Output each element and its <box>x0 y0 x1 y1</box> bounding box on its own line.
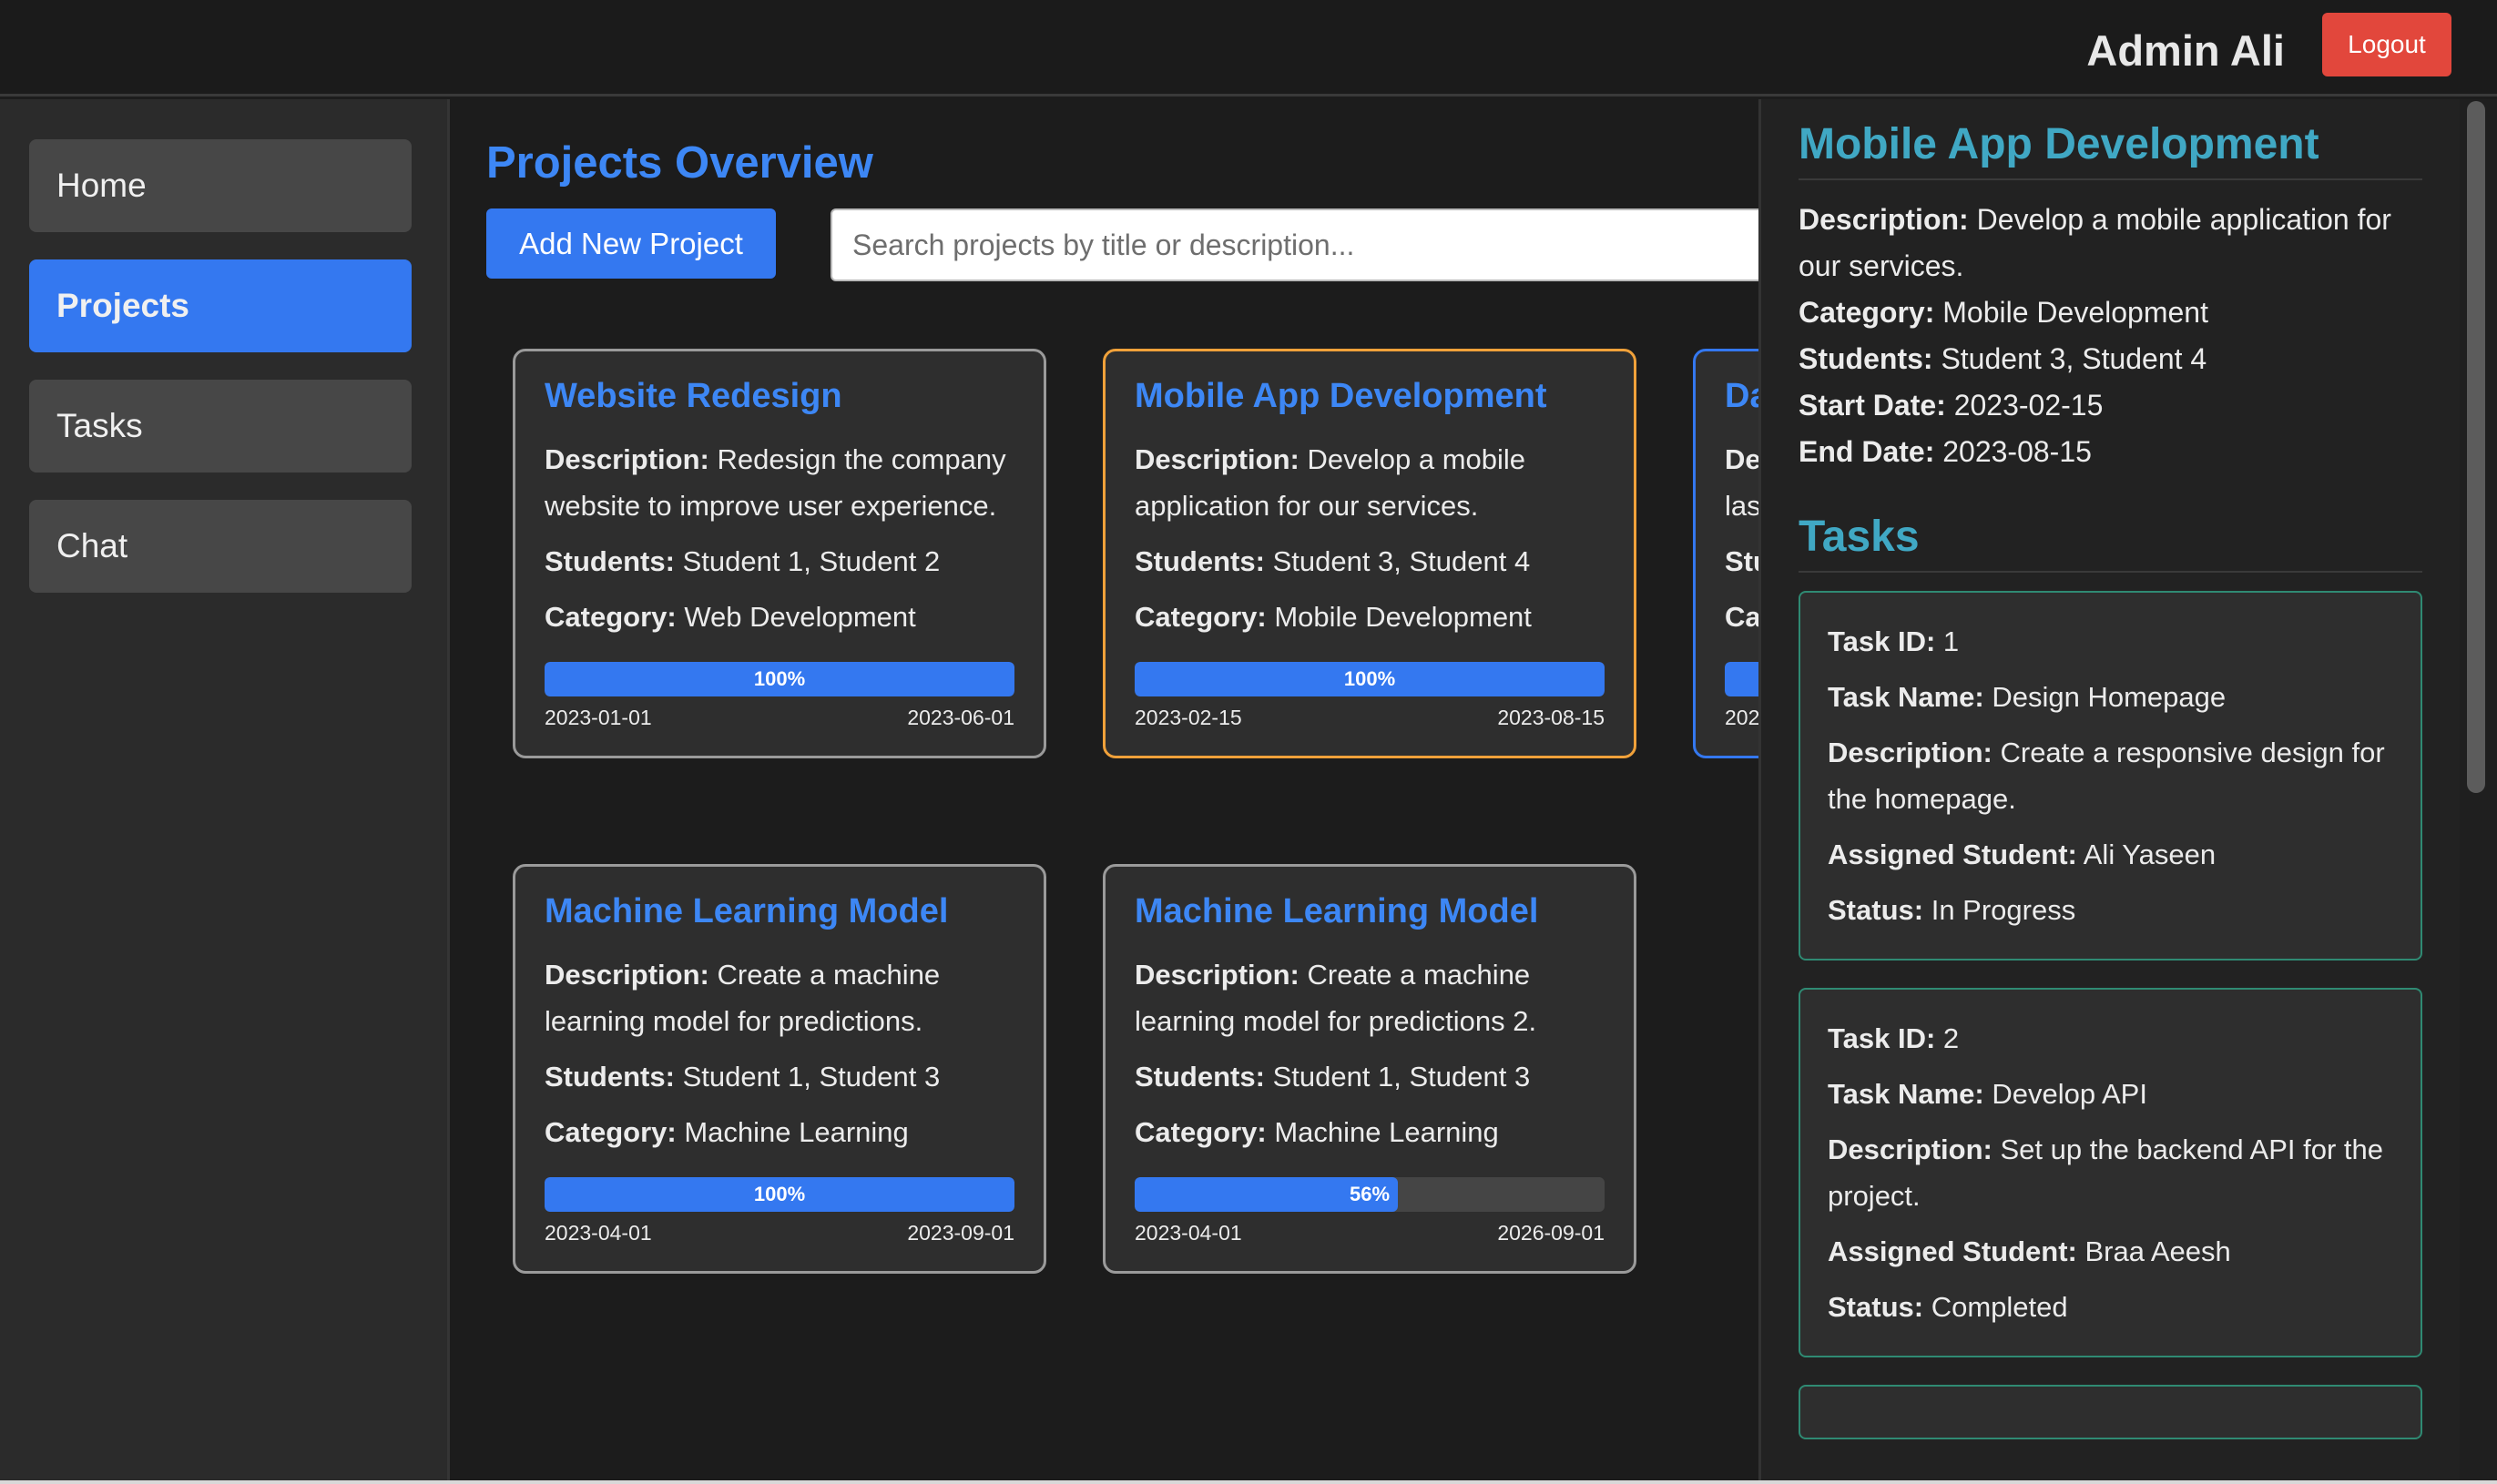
detail-description: Description: Develop a mobile applicatio… <box>1799 203 2391 282</box>
project-card[interactable]: Machine Learning Model Description: Crea… <box>513 864 1046 1274</box>
project-students: Students: Student 3, Student 4 <box>1135 545 1531 577</box>
task-card[interactable] <box>1799 1385 2422 1439</box>
project-dates: 2023-04-01 2026-09-01 <box>1135 1221 1605 1245</box>
project-dates: 2023-01-01 2023-06-01 <box>545 706 1014 730</box>
scrollbar[interactable] <box>2460 99 2497 1484</box>
progress-label: 100% <box>753 1183 806 1205</box>
project-description: Description: Redesign the company websit… <box>545 443 1006 522</box>
task-card[interactable]: Task ID: 2 Task Name: Develop API Descri… <box>1799 988 2422 1357</box>
end-date: 2023-09-01 <box>907 1221 1014 1245</box>
project-card[interactable]: Machine Learning Model Description: Crea… <box>1103 864 1636 1274</box>
task-assigned-student: Assigned Student: Ali Yaseen <box>1828 839 2217 870</box>
progress-label: 100% <box>1343 667 1396 690</box>
sidebar-item-projects[interactable]: Projects <box>29 259 412 352</box>
project-title: Website Redesign <box>545 377 842 415</box>
project-students: Students: Student 1, Student 3 <box>1135 1061 1531 1093</box>
task-status: Status: Completed <box>1828 1291 2068 1323</box>
progress-label: 56% <box>1349 1183 1391 1205</box>
start-date: 2023-04-01 <box>1135 1221 1242 1245</box>
add-project-button[interactable]: Add New Project <box>486 208 776 279</box>
sidebar-item-chat[interactable]: Chat <box>29 500 412 593</box>
progress-bar: 100% <box>1135 662 1605 696</box>
page-title: Projects Overview <box>486 138 873 188</box>
project-students: Students: Student 1, Student 2 <box>545 545 941 577</box>
project-detail-panel: Mobile App Development Description: Deve… <box>1758 99 2460 1484</box>
project-students: Students: Student 1, Student 3 <box>545 1061 941 1093</box>
end-date: 2026-09-01 <box>1497 1221 1605 1245</box>
project-title: Da <box>1725 377 1760 415</box>
progress-label: 100% <box>753 667 806 690</box>
task-description: Description: Set up the backend API for … <box>1828 1133 2383 1212</box>
task-id: Task ID: 1 <box>1828 625 1960 657</box>
task-status: Status: In Progress <box>1828 894 2076 926</box>
start-date: 2023-02-15 <box>1135 706 1242 729</box>
detail-category: Category: Mobile Development <box>1799 296 2208 329</box>
project-description: Description: Create a machine learning m… <box>545 959 941 1037</box>
project-category: Category: Web Development <box>545 601 916 633</box>
sidebar-item-home[interactable]: Home <box>29 139 412 232</box>
start-date: 2023-01-01 <box>545 706 652 729</box>
project-description: Description: Create a machine learning m… <box>1135 959 1537 1037</box>
project-category: Ca <box>1725 601 1760 633</box>
project-title: Mobile App Development <box>1135 377 1547 415</box>
task-name: Task Name: Develop API <box>1828 1078 2147 1110</box>
project-dates: 2023-02-15 2023-08-15 <box>1135 706 1605 730</box>
search-input[interactable] <box>831 208 1760 281</box>
project-students: Stu <box>1725 545 1760 577</box>
task-id: Task ID: 2 <box>1828 1022 1960 1054</box>
task-assigned-student: Assigned Student: Braa Aeesh <box>1828 1235 2231 1267</box>
user-name: Admin Ali <box>2086 26 2285 75</box>
task-description: Description: Create a responsive design … <box>1828 737 2385 815</box>
start-date: 202 <box>1725 706 1760 729</box>
detail-end-date: End Date: 2023-08-15 <box>1799 435 2092 468</box>
project-dates: 2023-04-01 2023-09-01 <box>545 1221 1014 1245</box>
project-title: Machine Learning Model <box>1135 892 1539 930</box>
end-date: 2023-06-01 <box>907 706 1014 729</box>
task-name: Task Name: Design Homepage <box>1828 681 2227 713</box>
detail-start-date: Start Date: 2023-02-15 <box>1799 389 2104 422</box>
project-card-partial[interactable]: Da Delas Stu Ca 202 <box>1693 349 1760 758</box>
tasks-heading: Tasks <box>1799 512 2422 573</box>
sidebar-item-tasks[interactable]: Tasks <box>29 380 412 473</box>
progress-bar: 100% <box>545 1177 1014 1212</box>
project-card[interactable]: Website Redesign Description: Redesign t… <box>513 349 1046 758</box>
detail-title: Mobile App Development <box>1799 119 2422 180</box>
start-date: 2023-04-01 <box>545 1221 652 1245</box>
main-content: Projects Overview Add New Project Websit… <box>453 99 1760 1484</box>
project-card-selected[interactable]: Mobile App Development Description: Deve… <box>1103 349 1636 758</box>
scroll-thumb[interactable] <box>2467 101 2485 793</box>
detail-students: Students: Student 3, Student 4 <box>1799 342 2207 375</box>
progress-bar: 56% <box>1135 1177 1605 1212</box>
project-category: Category: Mobile Development <box>1135 601 1532 633</box>
logout-button[interactable]: Logout <box>2322 13 2451 76</box>
project-category: Category: Machine Learning <box>1135 1116 1499 1148</box>
project-dates: 202 <box>1725 706 1760 730</box>
progress-bar <box>1725 662 1760 696</box>
project-description: De las <box>1725 443 1760 522</box>
progress-bar: 100% <box>545 662 1014 696</box>
window-bottom-edge <box>0 1480 2497 1484</box>
project-title: Machine Learning Model <box>545 892 949 930</box>
sidebar: Home Projects Tasks Chat <box>0 99 450 1484</box>
project-description: Description: Develop a mobile applicatio… <box>1135 443 1526 522</box>
top-bar: Admin Ali Logout <box>0 0 2497 97</box>
task-card[interactable]: Task ID: 1 Task Name: Design Homepage De… <box>1799 591 2422 961</box>
end-date: 2023-08-15 <box>1497 706 1605 729</box>
project-category: Category: Machine Learning <box>545 1116 909 1148</box>
